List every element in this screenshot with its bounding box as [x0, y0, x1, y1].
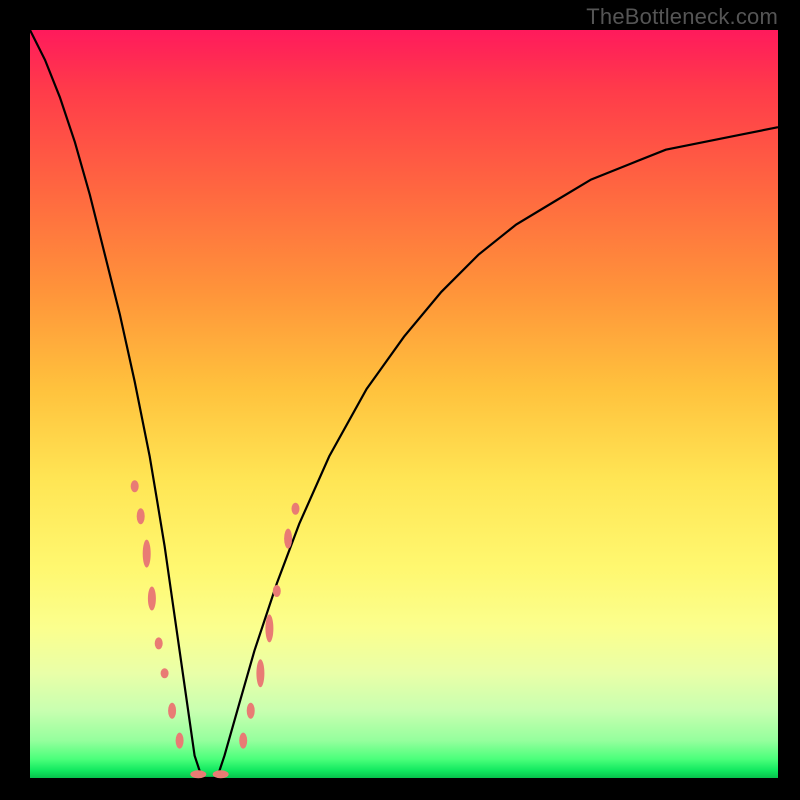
data-marker: [239, 733, 247, 749]
data-marker: [256, 659, 264, 687]
data-marker: [213, 770, 229, 778]
data-marker: [265, 614, 273, 642]
data-marker: [161, 668, 169, 678]
chart-overlay: [30, 30, 778, 778]
data-marker: [284, 529, 292, 549]
data-markers: [131, 480, 300, 778]
chart-container: TheBottleneck.com: [0, 0, 800, 800]
data-marker: [143, 540, 151, 568]
data-marker: [292, 503, 300, 515]
data-marker: [247, 703, 255, 719]
data-marker: [155, 637, 163, 649]
data-marker: [148, 587, 156, 611]
data-marker: [176, 733, 184, 749]
data-marker: [273, 585, 281, 597]
bottleneck-curve: [30, 30, 778, 778]
data-marker: [131, 480, 139, 492]
data-marker: [168, 703, 176, 719]
data-marker: [137, 508, 145, 524]
watermark-text: TheBottleneck.com: [586, 4, 778, 30]
data-marker: [190, 770, 206, 778]
